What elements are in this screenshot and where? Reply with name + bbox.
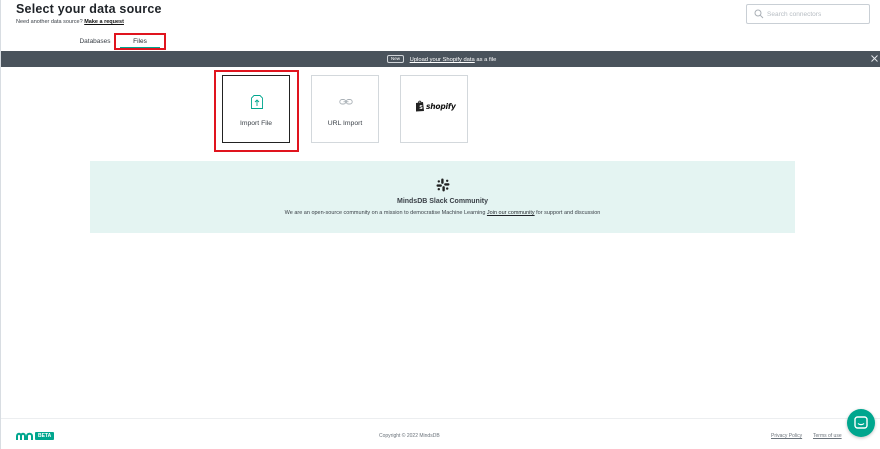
announcement-banner: New Upload your Shopify data as a file	[1, 51, 880, 67]
shopify-bag-icon: S	[416, 100, 424, 112]
search-box[interactable]	[746, 4, 870, 24]
url-import-label: URL Import	[327, 120, 363, 127]
privacy-policy-link[interactable]: Privacy Policy	[771, 433, 802, 439]
slack-icon	[436, 178, 450, 192]
shopify-upload-link[interactable]: Upload your Shopify data	[410, 57, 475, 63]
subtitle-text: Need another data source?	[16, 19, 83, 25]
shopify-card[interactable]: S shopify	[400, 75, 468, 143]
shopify-logo: S shopify	[415, 100, 457, 114]
subtitle: Need another data source? Make a request	[16, 19, 124, 25]
import-file-card[interactable]: Import File	[222, 75, 290, 143]
community-title: MindsDB Slack Community	[396, 198, 488, 205]
svg-text:S: S	[419, 105, 423, 111]
make-request-link[interactable]: Make a request	[84, 19, 124, 25]
search-input[interactable]	[767, 8, 867, 20]
mindsdb-logo	[16, 432, 33, 440]
community-desc-suffix: for support and discussion	[536, 210, 601, 216]
slack-community-panel: MindsDB Slack Community We are an open-s…	[90, 161, 795, 233]
file-import-icon	[251, 95, 263, 109]
community-desc-prefix: We are an open-source community on a mis…	[284, 210, 486, 216]
beta-badge: BETA	[35, 432, 55, 440]
link-icon	[339, 99, 353, 105]
banner-suffix: as a file	[476, 57, 497, 63]
banner-content: New Upload your Shopify data as a file	[387, 55, 496, 63]
join-community-link[interactable]: Join our community	[487, 210, 535, 216]
new-badge: New	[387, 55, 405, 63]
tab-files-label: Files	[133, 38, 147, 45]
footer: BETA Copyright © 2022 MindsDB Privacy Po…	[1, 418, 880, 449]
url-import-card[interactable]: URL Import	[311, 75, 379, 143]
close-icon[interactable]	[870, 54, 879, 63]
tab-databases[interactable]: Databases	[73, 33, 117, 50]
chat-icon	[854, 416, 868, 429]
search-icon	[754, 9, 764, 19]
chat-launcher-button[interactable]	[847, 409, 875, 437]
community-description: We are an open-source community on a mis…	[90, 210, 795, 216]
terms-of-use-link[interactable]: Terms of use	[813, 433, 842, 439]
copyright-text: Copyright © 2022 MindsDB	[379, 433, 440, 439]
tab-files[interactable]: Files	[118, 33, 162, 50]
page-title: Select your data source	[16, 2, 162, 16]
shopify-wordmark: shopify	[426, 102, 456, 111]
active-tab-indicator	[120, 47, 160, 49]
import-file-label: Import File	[239, 120, 273, 127]
